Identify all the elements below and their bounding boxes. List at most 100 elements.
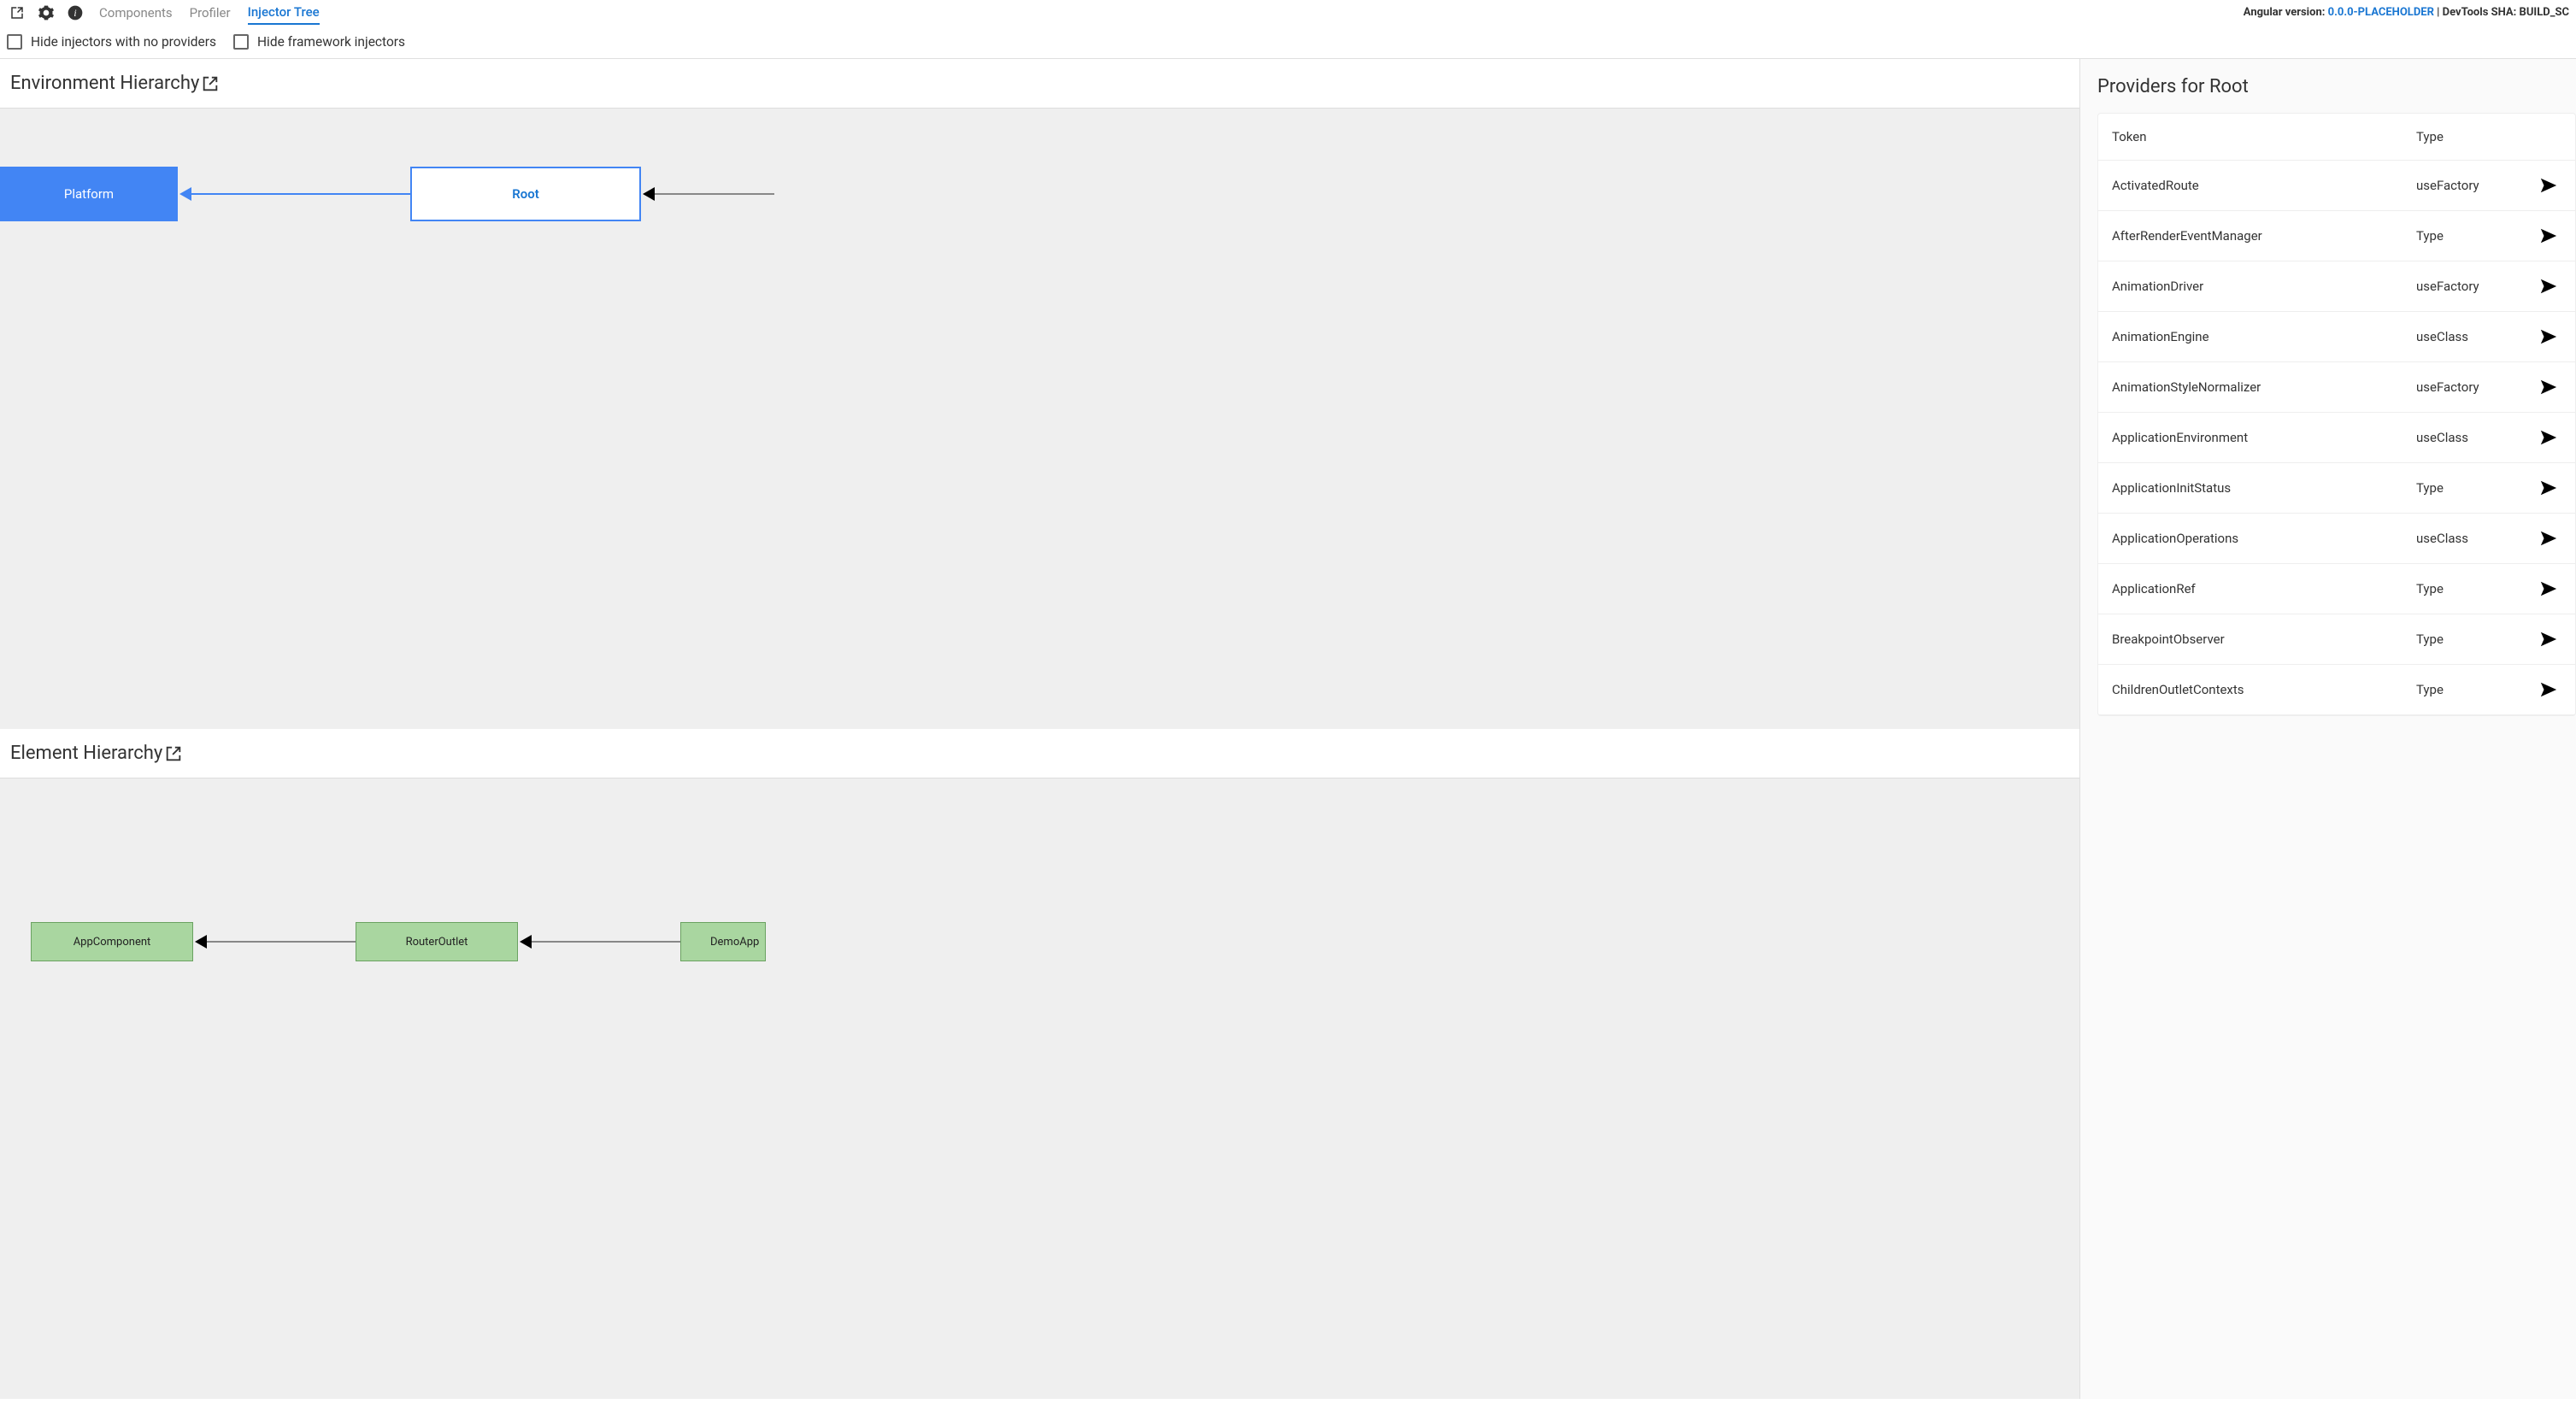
version-info: Angular version: 0.0.0-PLACEHOLDER | Dev… <box>2244 6 2569 19</box>
send-icon <box>2539 428 2558 447</box>
cell-type: useFactory <box>2416 279 2536 294</box>
cell-type: useFactory <box>2416 379 2536 395</box>
row-arrow[interactable] <box>2536 479 2561 497</box>
header-type: Type <box>2416 129 2536 144</box>
env-diagram[interactable]: Platform Root <box>0 109 2079 729</box>
send-icon <box>2539 378 2558 397</box>
checkbox-hide-framework[interactable]: Hide framework injectors <box>233 34 405 50</box>
cell-token: ApplicationInitStatus <box>2112 480 2416 496</box>
tabs: Components Profiler Injector Tree <box>99 1 320 25</box>
cell-type: Type <box>2416 480 2536 496</box>
cell-token: AnimationEngine <box>2112 329 2416 344</box>
version-value: 0.0.0-PLACEHOLDER <box>2328 6 2434 19</box>
cell-token: AnimationStyleNormalizer <box>2112 379 2416 395</box>
checkbox-hide-no-providers[interactable]: Hide injectors with no providers <box>7 34 216 50</box>
row-arrow[interactable] <box>2536 579 2561 598</box>
cell-type: useClass <box>2416 531 2536 546</box>
table-row[interactable]: ChildrenOutletContextsType <box>2098 665 2575 715</box>
arrow-head-icon <box>643 187 655 201</box>
tab-injector-tree[interactable]: Injector Tree <box>248 1 320 25</box>
send-icon <box>2539 327 2558 346</box>
table-row[interactable]: ActivatedRouteuseFactory <box>2098 161 2575 211</box>
node-router-outlet[interactable]: RouterOutlet <box>356 922 518 961</box>
filter-bar: Hide injectors with no providers Hide fr… <box>0 26 2576 59</box>
cell-token: ActivatedRoute <box>2112 178 2416 193</box>
node-platform[interactable]: Platform <box>0 167 178 221</box>
main: Environment Hierarchy Platform Root Elem… <box>0 59 2576 1399</box>
external-link-icon[interactable] <box>201 74 220 93</box>
providers-title: Providers for Root <box>2097 76 2576 97</box>
node-app-component[interactable]: AppComponent <box>31 922 193 961</box>
send-icon <box>2539 630 2558 649</box>
row-arrow[interactable] <box>2536 226 2561 245</box>
send-icon <box>2539 479 2558 497</box>
row-arrow[interactable] <box>2536 630 2561 649</box>
cell-type: Type <box>2416 682 2536 697</box>
checkbox-label: Hide injectors with no providers <box>31 34 216 50</box>
arrow-head-icon <box>195 935 207 949</box>
cell-type: Type <box>2416 581 2536 596</box>
providers-panel: Providers for Root Token Type ActivatedR… <box>2080 59 2576 1399</box>
send-icon <box>2539 529 2558 548</box>
external-link-icon[interactable] <box>164 744 183 763</box>
cell-token: ApplicationOperations <box>2112 531 2416 546</box>
send-icon <box>2539 277 2558 296</box>
node-demo-app[interactable]: DemoApp <box>680 922 766 961</box>
elem-diagram[interactable]: AppComponent RouterOutlet DemoApp <box>0 778 2079 1399</box>
send-icon <box>2539 176 2558 195</box>
checkbox-icon <box>7 34 22 50</box>
table-row[interactable]: AnimationStyleNormalizeruseFactory <box>2098 362 2575 413</box>
connector-line <box>191 193 410 195</box>
send-icon <box>2539 680 2558 699</box>
table-row[interactable]: AnimationDriveruseFactory <box>2098 261 2575 312</box>
row-arrow[interactable] <box>2536 378 2561 397</box>
send-icon <box>2539 226 2558 245</box>
checkbox-label: Hide framework injectors <box>257 34 405 50</box>
tab-components[interactable]: Components <box>99 2 173 24</box>
section-label: Element Hierarchy <box>10 743 162 764</box>
cell-token: AfterRenderEventManager <box>2112 228 2416 244</box>
table-row[interactable]: ApplicationEnvironmentuseClass <box>2098 413 2575 463</box>
row-arrow[interactable] <box>2536 176 2561 195</box>
table-row[interactable]: ApplicationInitStatusType <box>2098 463 2575 514</box>
dock-icon[interactable] <box>7 3 27 23</box>
checkbox-icon <box>233 34 249 50</box>
node-root[interactable]: Root <box>410 167 641 221</box>
cell-type: useFactory <box>2416 178 2536 193</box>
table-row[interactable]: BreakpointObserverType <box>2098 614 2575 665</box>
cell-type: useClass <box>2416 329 2536 344</box>
arrow-head-icon <box>520 935 532 949</box>
svg-text:i: i <box>74 8 76 19</box>
cell-token: AnimationDriver <box>2112 279 2416 294</box>
top-bar: i Components Profiler Injector Tree Angu… <box>0 0 2576 26</box>
table-row[interactable]: ApplicationRefType <box>2098 564 2575 614</box>
arrow-head-icon <box>179 187 191 201</box>
section-label: Environment Hierarchy <box>10 73 199 94</box>
row-arrow[interactable] <box>2536 277 2561 296</box>
connector-line <box>655 193 774 195</box>
table-row[interactable]: AnimationEngineuseClass <box>2098 312 2575 362</box>
providers-table: Token Type ActivatedRouteuseFactoryAfter… <box>2097 113 2576 716</box>
connector-line <box>207 941 356 943</box>
row-arrow[interactable] <box>2536 428 2561 447</box>
gear-icon[interactable] <box>36 3 56 23</box>
sha-prefix: | DevTools SHA: <box>2434 6 2520 19</box>
version-prefix: Angular version: <box>2244 6 2328 19</box>
elem-hierarchy-title: Element Hierarchy <box>0 729 2079 778</box>
info-icon[interactable]: i <box>65 3 85 23</box>
connector-line <box>532 941 680 943</box>
env-hierarchy-title: Environment Hierarchy <box>0 59 2079 109</box>
table-header: Token Type <box>2098 114 2575 161</box>
sha-value: BUILD_SC <box>2520 6 2569 19</box>
row-arrow[interactable] <box>2536 680 2561 699</box>
cell-token: ApplicationRef <box>2112 581 2416 596</box>
cell-type: useClass <box>2416 430 2536 445</box>
left-panel: Environment Hierarchy Platform Root Elem… <box>0 59 2080 1399</box>
row-arrow[interactable] <box>2536 529 2561 548</box>
table-row[interactable]: ApplicationOperationsuseClass <box>2098 514 2575 564</box>
table-row[interactable]: AfterRenderEventManagerType <box>2098 211 2575 261</box>
cell-token: BreakpointObserver <box>2112 632 2416 647</box>
send-icon <box>2539 579 2558 598</box>
tab-profiler[interactable]: Profiler <box>190 2 231 24</box>
row-arrow[interactable] <box>2536 327 2561 346</box>
